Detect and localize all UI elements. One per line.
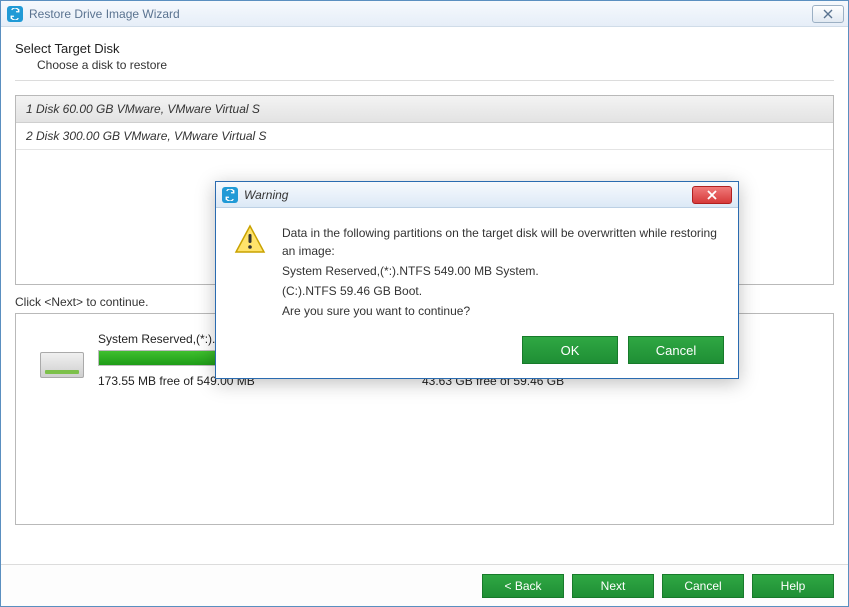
app-icon	[222, 187, 238, 203]
window-close-button[interactable]	[812, 5, 844, 23]
drive-icon	[40, 352, 84, 378]
wizard-footer: < Back Next Cancel Help	[1, 564, 848, 606]
back-button[interactable]: < Back	[482, 574, 564, 598]
help-button[interactable]: Help	[752, 574, 834, 598]
warning-icon	[234, 224, 266, 254]
dialog-message: Data in the following partitions on the …	[282, 224, 720, 322]
dialog-line: (C:).NTFS 59.46 GB Boot.	[282, 282, 720, 300]
next-button[interactable]: Next	[572, 574, 654, 598]
dialog-titlebar: Warning	[216, 182, 738, 208]
dialog-ok-button[interactable]: OK	[522, 336, 618, 364]
cancel-button[interactable]: Cancel	[662, 574, 744, 598]
dialog-line: System Reserved,(*:).NTFS 549.00 MB Syst…	[282, 262, 720, 280]
dialog-line: Data in the following partitions on the …	[282, 224, 720, 260]
app-icon	[7, 6, 23, 22]
titlebar: Restore Drive Image Wizard	[1, 1, 848, 27]
dialog-body: Data in the following partitions on the …	[216, 208, 738, 328]
warning-dialog: Warning Data in the following partitions…	[215, 181, 739, 379]
dialog-footer: OK Cancel	[216, 328, 738, 378]
disk-row[interactable]: 2 Disk 300.00 GB VMware, VMware Virtual …	[16, 123, 833, 150]
divider	[15, 80, 834, 81]
page-subheading: Choose a disk to restore	[37, 58, 834, 72]
dialog-cancel-button[interactable]: Cancel	[628, 336, 724, 364]
dialog-line: Are you sure you want to continue?	[282, 302, 720, 320]
disk-row[interactable]: 1 Disk 60.00 GB VMware, VMware Virtual S	[16, 96, 833, 123]
page-heading: Select Target Disk	[15, 41, 834, 56]
dialog-close-button[interactable]	[692, 186, 732, 204]
dialog-title: Warning	[244, 188, 686, 202]
window-title: Restore Drive Image Wizard	[29, 7, 806, 21]
